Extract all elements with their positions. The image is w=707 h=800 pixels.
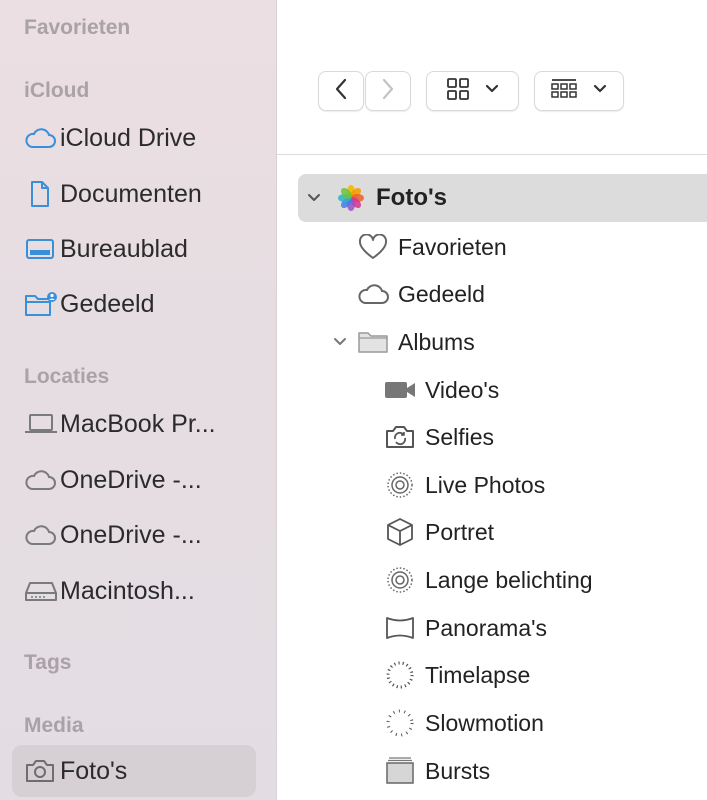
sidebar-item-fotos[interactable]: Foto's [12, 745, 256, 797]
outline-item-label: Timelapse [425, 661, 531, 688]
section-header-tags: Tags [24, 651, 72, 674]
cloud-icon [24, 465, 60, 495]
shared-folder-icon [24, 289, 60, 319]
album-lange-belichting[interactable]: Lange belichting [383, 557, 593, 603]
section-header-locations: Locaties [24, 365, 110, 388]
view-mode-button[interactable] [426, 71, 519, 111]
album-timelapse[interactable]: Timelapse [383, 652, 530, 698]
sidebar-item-macbook[interactable]: MacBook Pr... [12, 400, 256, 448]
chevron-down-icon [592, 82, 608, 100]
sidebar-item-gedeeld[interactable]: Gedeeld [12, 280, 256, 328]
outline-item-label: Albums [398, 328, 475, 355]
sidebar-item-label: iCloud Drive [60, 123, 197, 152]
album-slowmotion[interactable]: Slowmotion [383, 700, 544, 746]
sidebar-item-bureaublad[interactable]: Bureaublad [12, 225, 256, 273]
chevron-down-icon[interactable] [328, 336, 352, 348]
cloud-icon [356, 279, 390, 309]
section-header-favorites: Favorieten [24, 16, 131, 39]
chevron-down-icon[interactable] [302, 192, 326, 204]
outline-item-label: Selfies [425, 423, 495, 450]
outline-item-label: Panorama's [425, 614, 548, 641]
outline-item-label: Slowmotion [425, 709, 544, 736]
document-icon [24, 179, 60, 209]
album-live-photos[interactable]: Live Photos [383, 462, 545, 508]
live-photo-icon [383, 470, 417, 500]
timelapse-icon [383, 660, 417, 690]
bursts-icon [383, 756, 417, 786]
sidebar-item-documenten[interactable]: Documenten [12, 170, 256, 218]
outline-item-label: Portret [425, 518, 495, 545]
outline-item-favorieten[interactable]: Favorieten [356, 224, 507, 270]
sidebar-item-label: Gedeeld [60, 289, 155, 318]
outline-item-label: Favorieten [398, 233, 507, 260]
album-bursts[interactable]: Bursts [383, 748, 490, 794]
section-header-icloud: iCloud [24, 79, 90, 102]
sidebar-item-label: Foto's [60, 756, 128, 785]
cloud-icon [24, 123, 60, 153]
outline-item-label: Gedeeld [398, 280, 485, 307]
album-videos[interactable]: Video's [383, 367, 499, 413]
group-view-icon [550, 77, 578, 106]
album-panoramas[interactable]: Panorama's [383, 605, 547, 651]
sidebar-item-label: Bureaublad [60, 234, 188, 263]
sidebar: Favorieten iCloud iCloud Drive Documente… [0, 0, 277, 800]
back-button[interactable] [318, 71, 364, 111]
camera-icon [24, 756, 60, 786]
outline-item-label: Lange belichting [425, 566, 593, 593]
photos-app-icon [334, 183, 368, 213]
back-chevron-icon [333, 77, 349, 106]
outline-root-fotos[interactable]: Foto's [298, 174, 707, 222]
slowmotion-icon [383, 708, 417, 738]
sidebar-item-macintosh[interactable]: Macintosh... [12, 567, 256, 615]
sidebar-item-label: Macintosh... [60, 576, 195, 605]
sidebar-item-icloud-drive[interactable]: iCloud Drive [12, 114, 256, 162]
outline-item-label: Foto's [376, 184, 448, 211]
forward-button[interactable] [365, 71, 411, 111]
outline-item-gedeeld[interactable]: Gedeeld [356, 271, 485, 317]
cube-icon [383, 517, 417, 547]
outline-item-label: Video's [425, 376, 500, 403]
album-portret[interactable]: Portret [383, 509, 494, 555]
section-header-media: Media [24, 714, 84, 737]
outline-item-label: Bursts [425, 757, 491, 784]
outline-item-label: Live Photos [425, 471, 546, 498]
album-selfies[interactable]: Selfies [383, 414, 494, 460]
sidebar-item-onedrive-2[interactable]: OneDrive -... [12, 511, 256, 559]
toolbar [277, 0, 707, 155]
cloud-icon [24, 520, 60, 550]
selfie-icon [383, 422, 417, 452]
chevron-down-icon [484, 82, 500, 100]
video-icon [383, 375, 417, 405]
drive-icon [24, 576, 60, 606]
sidebar-item-label: OneDrive -... [60, 520, 202, 549]
panorama-icon [383, 613, 417, 643]
desktop-icon [24, 234, 60, 264]
heart-icon [356, 232, 390, 262]
group-mode-button[interactable] [534, 71, 624, 111]
sidebar-item-label: OneDrive -... [60, 465, 202, 494]
grid-view-icon [446, 77, 470, 106]
sidebar-item-label: MacBook Pr... [60, 409, 216, 438]
outline-item-albums[interactable]: Albums [328, 319, 475, 365]
folder-icon [356, 327, 390, 357]
sidebar-item-label: Documenten [60, 179, 202, 208]
laptop-icon [24, 409, 60, 439]
live-photo-icon [383, 565, 417, 595]
sidebar-item-onedrive-1[interactable]: OneDrive -... [12, 456, 256, 504]
forward-chevron-icon [380, 77, 396, 106]
